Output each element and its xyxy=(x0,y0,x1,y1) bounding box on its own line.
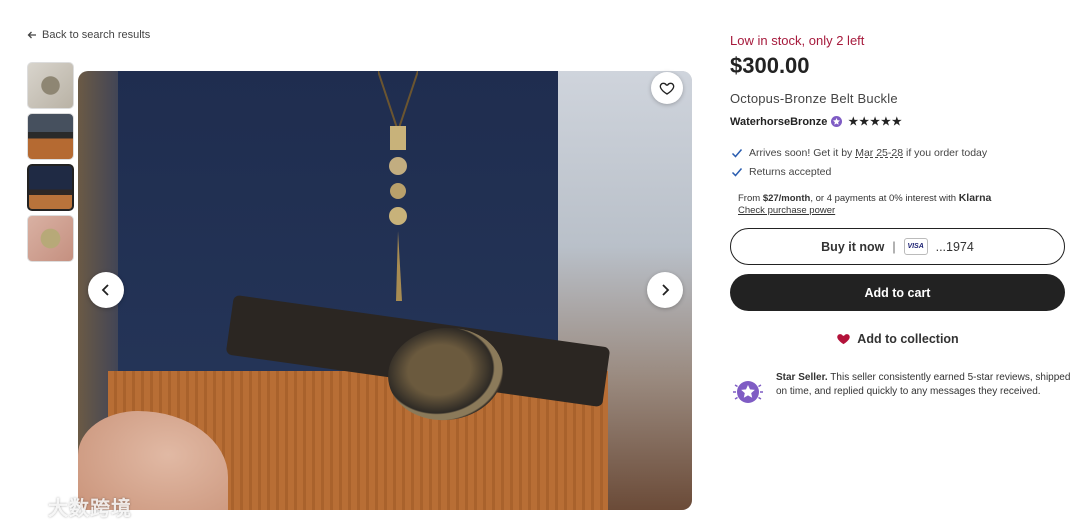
thumbnail-strip xyxy=(27,62,74,266)
separator: | xyxy=(892,239,896,254)
back-to-search-link[interactable]: Back to search results xyxy=(27,29,150,41)
visa-card-icon: VISA xyxy=(903,238,928,255)
chevron-right-icon xyxy=(662,284,670,296)
thumbnail-2[interactable] xyxy=(27,113,74,160)
buy-now-label: Buy it now xyxy=(821,239,885,254)
price: $300.00 xyxy=(730,53,810,78)
check-purchase-power-link[interactable]: Check purchase power xyxy=(738,205,991,217)
add-to-collection-button[interactable]: Add to collection xyxy=(730,320,1065,357)
shipping-info: Arrives soon! Get it by Mar 25-28 if you… xyxy=(731,143,987,181)
arrival-text: Arrives soon! Get it by Mar 25-28 if you… xyxy=(749,147,987,159)
stock-notice: Low in stock, only 2 left xyxy=(730,33,865,48)
seller-row: WaterhorseBronze ★★★★★ xyxy=(730,115,903,129)
next-image-button[interactable] xyxy=(647,272,683,308)
arrival-suffix: if you order today xyxy=(903,146,988,159)
add-to-cart-button[interactable]: Add to cart xyxy=(730,274,1065,311)
seller-name-link[interactable]: WaterhorseBronze xyxy=(730,116,827,128)
thumbnail-1[interactable] xyxy=(27,62,74,109)
arrival-dates[interactable]: Mar 25-28 xyxy=(855,147,903,159)
necklace-image xyxy=(378,71,418,301)
thumbnail-3-active[interactable] xyxy=(27,164,74,211)
add-to-collection-label: Add to collection xyxy=(857,331,959,346)
klarna-prefix: From xyxy=(738,193,763,204)
klarna-financing: From $27/month, or 4 payments at 0% inte… xyxy=(738,192,991,217)
returns-text: Returns accepted xyxy=(749,165,832,178)
card-last4: ...1974 xyxy=(935,239,974,254)
star-seller-info: Star Seller. This seller consistently ea… xyxy=(731,371,1071,409)
heart-outline-icon xyxy=(659,82,675,95)
buy-it-now-button[interactable]: Buy it now | VISA ...1974 xyxy=(730,228,1065,265)
arrow-left-icon xyxy=(27,31,36,39)
rating-stars[interactable]: ★★★★★ xyxy=(848,115,902,128)
favorite-button[interactable] xyxy=(651,72,683,104)
klarna-logo: Klarna xyxy=(958,192,992,204)
klarna-amount: $27/month xyxy=(762,193,811,204)
watermark: 大数跨境 xyxy=(10,492,132,521)
watermark-text: 大数跨境 xyxy=(48,498,132,520)
klarna-suffix: , or 4 payments at 0% interest with xyxy=(810,193,959,204)
star-seller-title: Star Seller. xyxy=(776,372,828,383)
previous-image-button[interactable] xyxy=(88,272,124,308)
star-seller-badge-icon xyxy=(831,116,843,127)
main-product-image[interactable] xyxy=(78,71,692,510)
thumbnail-4[interactable] xyxy=(27,215,74,262)
star-seller-text: Star Seller. This seller consistently ea… xyxy=(776,371,1071,409)
arrival-prefix: Arrives soon! Get it by xyxy=(749,146,856,159)
watermark-logo-icon xyxy=(11,497,44,516)
returns-row: Returns accepted xyxy=(731,162,987,181)
back-link-label: Back to search results xyxy=(42,29,151,41)
product-title: Octopus-Bronze Belt Buckle xyxy=(730,91,898,106)
check-icon xyxy=(731,167,743,177)
arrival-row: Arrives soon! Get it by Mar 25-28 if you… xyxy=(731,143,987,162)
chevron-left-icon xyxy=(101,284,109,296)
check-icon xyxy=(731,148,743,158)
heart-filled-icon xyxy=(837,334,851,345)
star-seller-icon xyxy=(733,381,763,403)
